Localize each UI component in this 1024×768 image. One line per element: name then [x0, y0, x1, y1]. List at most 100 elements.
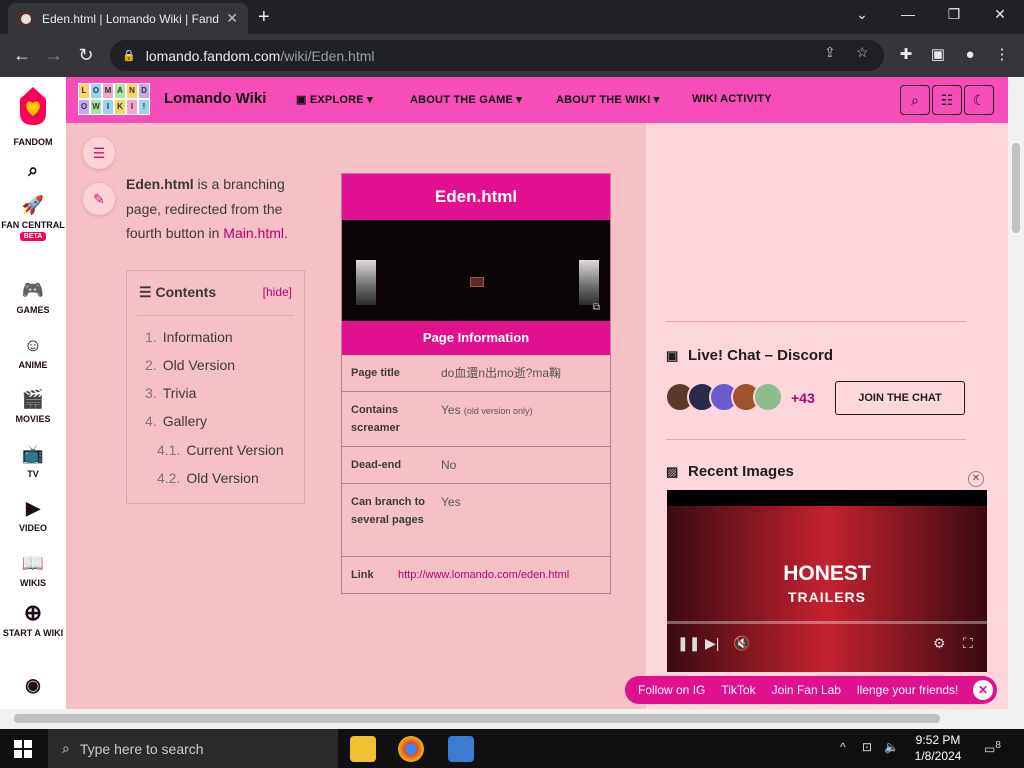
back-icon[interactable]: ←	[10, 43, 34, 67]
toc-toggle-icon[interactable]: ☰	[83, 137, 115, 169]
extensions-icon[interactable]: ✚	[894, 43, 918, 67]
toc-hide-link[interactable]: [hide]	[263, 285, 292, 299]
network-icon[interactable]: ⊡	[862, 740, 872, 754]
infobox-image[interactable]: ⧉	[342, 220, 610, 321]
address-bar[interactable]: 🔒 lomando.fandom.com/wiki/Eden.html ⇪ ☆	[110, 40, 884, 71]
avatar[interactable]	[753, 382, 783, 412]
restore-button[interactable]: ❐	[934, 4, 974, 24]
settings-gear-icon[interactable]: ⚙	[933, 635, 946, 652]
rail-account-icon[interactable]: ◉	[0, 674, 66, 700]
rail-item-label: VIDEO	[18, 523, 47, 533]
eden-link[interactable]: http://www.lomando.com/eden.html	[398, 566, 569, 584]
close-window-button[interactable]: ✕	[980, 4, 1020, 24]
fandom-logo-icon[interactable]	[16, 85, 50, 127]
browser-tab-bar: Eden.html | Lomando Wiki | Fand ✕ + ⌄ — …	[0, 0, 1024, 34]
tiktok-link[interactable]: TikTok	[721, 683, 755, 697]
profile-icon[interactable]: ●	[958, 43, 982, 67]
rail-search-icon[interactable]: ⌕	[0, 159, 66, 185]
scrollbar-thumb[interactable]	[14, 714, 940, 723]
video-close-icon[interactable]: ✕	[968, 471, 984, 487]
intro-bold: Eden.html	[126, 176, 194, 192]
toc-item[interactable]: 4.1. Current Version	[157, 442, 284, 458]
theme-toggle-icon[interactable]: ☾	[964, 85, 994, 115]
chrome-icon[interactable]	[398, 736, 424, 762]
wiki-search-icon[interactable]: ⌕	[900, 85, 930, 115]
scrollbar-thumb[interactable]	[1012, 143, 1020, 233]
discussions-icon[interactable]: ☷	[932, 85, 962, 115]
toc-divider	[137, 315, 294, 316]
nav-explore[interactable]: ▣ EXPLORE ▾	[296, 93, 373, 106]
follow-ig-link[interactable]: Follow on IG	[638, 683, 705, 697]
tray-chevron-icon[interactable]: ^	[840, 740, 846, 754]
nav-about-the-wiki[interactable]: ABOUT THE WIKI ▾	[556, 93, 659, 106]
menu-icon[interactable]: ⋮	[990, 43, 1014, 67]
rail-item-wikis[interactable]: 📖 WIKIS	[0, 552, 66, 588]
toc-item[interactable]: 4.2. Old Version	[157, 470, 259, 486]
taskbar-clock[interactable]: 9:52 PM 1/8/2024	[906, 732, 970, 764]
next-icon[interactable]: ▶|	[705, 635, 719, 652]
image-icon: ▨	[666, 464, 679, 479]
rail-item-fan-central[interactable]: 🚀 FAN CENTRAL BETA	[0, 194, 66, 241]
clock-time: 9:52 PM	[915, 733, 961, 747]
pause-icon[interactable]: ❚❚	[677, 635, 700, 652]
volume-icon[interactable]: 🔈	[884, 740, 899, 754]
logo-letter: M	[102, 83, 114, 99]
fan-lab-close-icon[interactable]: ✕	[973, 680, 993, 700]
toc-item[interactable]: 2. Old Version	[145, 357, 235, 373]
join-chat-button[interactable]: JOIN THE CHAT	[835, 381, 965, 415]
nav-about-the-game[interactable]: ABOUT THE GAME ▾	[410, 93, 522, 106]
bookmark-star-icon[interactable]: ☆	[856, 44, 869, 61]
file-explorer-icon[interactable]	[350, 736, 376, 762]
table-of-contents: ☰ Contents [hide] 1. Information 2. Old Ve…	[126, 270, 305, 504]
wiki-name[interactable]: Lomando Wiki	[164, 90, 266, 107]
plus-circle-icon: ⊕	[23, 600, 43, 625]
edit-pencil-icon[interactable]: ✎	[83, 183, 115, 215]
windows-taskbar: ⌕ Type here to search ^ ⊡ 🔈 9:52 PM 1/8/…	[0, 729, 1024, 768]
rail-item-start-a-wiki[interactable]: ⊕ START A WIKI	[0, 600, 66, 639]
wiki-header: L O M A N D O W I K I ! Lomando Wiki ▣ E…	[66, 77, 1008, 123]
join-fan-lab-link[interactable]: Join Fan Lab	[772, 683, 841, 697]
video-title-sub: TRAILERS	[788, 589, 866, 605]
horizontal-scrollbar[interactable]	[0, 709, 1024, 729]
rail-divider	[666, 439, 966, 440]
rail-item-tv[interactable]: 📺 TV	[0, 443, 66, 479]
rail-item-games[interactable]: 🎮 GAMES	[0, 279, 66, 315]
video-player[interactable]: HONEST TRAILERS ❚❚ ▶| 🔇 ⚙ ⛶	[667, 490, 987, 672]
windows-start-icon[interactable]	[14, 740, 32, 758]
tab-search-icon[interactable]: ⌄	[842, 4, 882, 24]
video-progress-bar[interactable]	[667, 621, 987, 624]
side-panel-icon[interactable]: ▣	[926, 43, 950, 67]
new-tab-button[interactable]: +	[258, 5, 270, 29]
expand-image-icon[interactable]: ⧉	[593, 302, 600, 313]
share-icon[interactable]: ⇪	[824, 44, 836, 61]
toc-item[interactable]: 3. Trivia	[145, 385, 196, 401]
favicon-icon	[18, 10, 34, 27]
toc-item[interactable]: 1. Information	[145, 329, 233, 345]
notification-icon[interactable]: ▭8	[984, 740, 1001, 756]
url-path: /wiki/Eden.html	[280, 47, 375, 64]
challenge-friends-link[interactable]: llenge your friends!	[857, 683, 958, 697]
logo-letter: O	[90, 83, 102, 99]
nav-label: ABOUT THE WIKI	[556, 94, 651, 106]
fandom-brand-label[interactable]: FANDOM	[0, 137, 66, 147]
rail-item-anime[interactable]: ☺ ANIME	[0, 334, 66, 370]
minimize-button[interactable]: —	[888, 4, 928, 24]
reload-icon[interactable]: ↻	[74, 43, 98, 67]
vertical-scrollbar[interactable]	[1008, 77, 1024, 709]
tab-title: Eden.html | Lomando Wiki | Fand	[42, 11, 219, 26]
rail-item-movies[interactable]: 🎬 MOVIES	[0, 388, 66, 424]
main-html-link[interactable]: Main.html	[223, 225, 284, 241]
taskbar-search[interactable]: ⌕ Type here to search	[48, 729, 338, 768]
url-host: lomando.fandom.com	[145, 47, 281, 64]
active-tab[interactable]: Eden.html | Lomando Wiki | Fand ✕	[8, 3, 248, 34]
forward-icon[interactable]: →	[42, 43, 66, 67]
fullscreen-icon[interactable]: ⛶	[963, 635, 973, 652]
mute-icon[interactable]: 🔇	[733, 635, 750, 652]
rail-item-video[interactable]: ▶ VIDEO	[0, 497, 66, 533]
nav-wiki-activity[interactable]: WIKI ACTIVITY	[692, 93, 772, 105]
toc-item[interactable]: 4. Gallery	[145, 413, 207, 429]
lock-icon: 🔒	[122, 50, 136, 62]
tab-close-icon[interactable]: ✕	[226, 10, 238, 27]
app-icon[interactable]	[448, 736, 474, 762]
wiki-logo[interactable]: L O M A N D O W I K I !	[78, 83, 150, 115]
